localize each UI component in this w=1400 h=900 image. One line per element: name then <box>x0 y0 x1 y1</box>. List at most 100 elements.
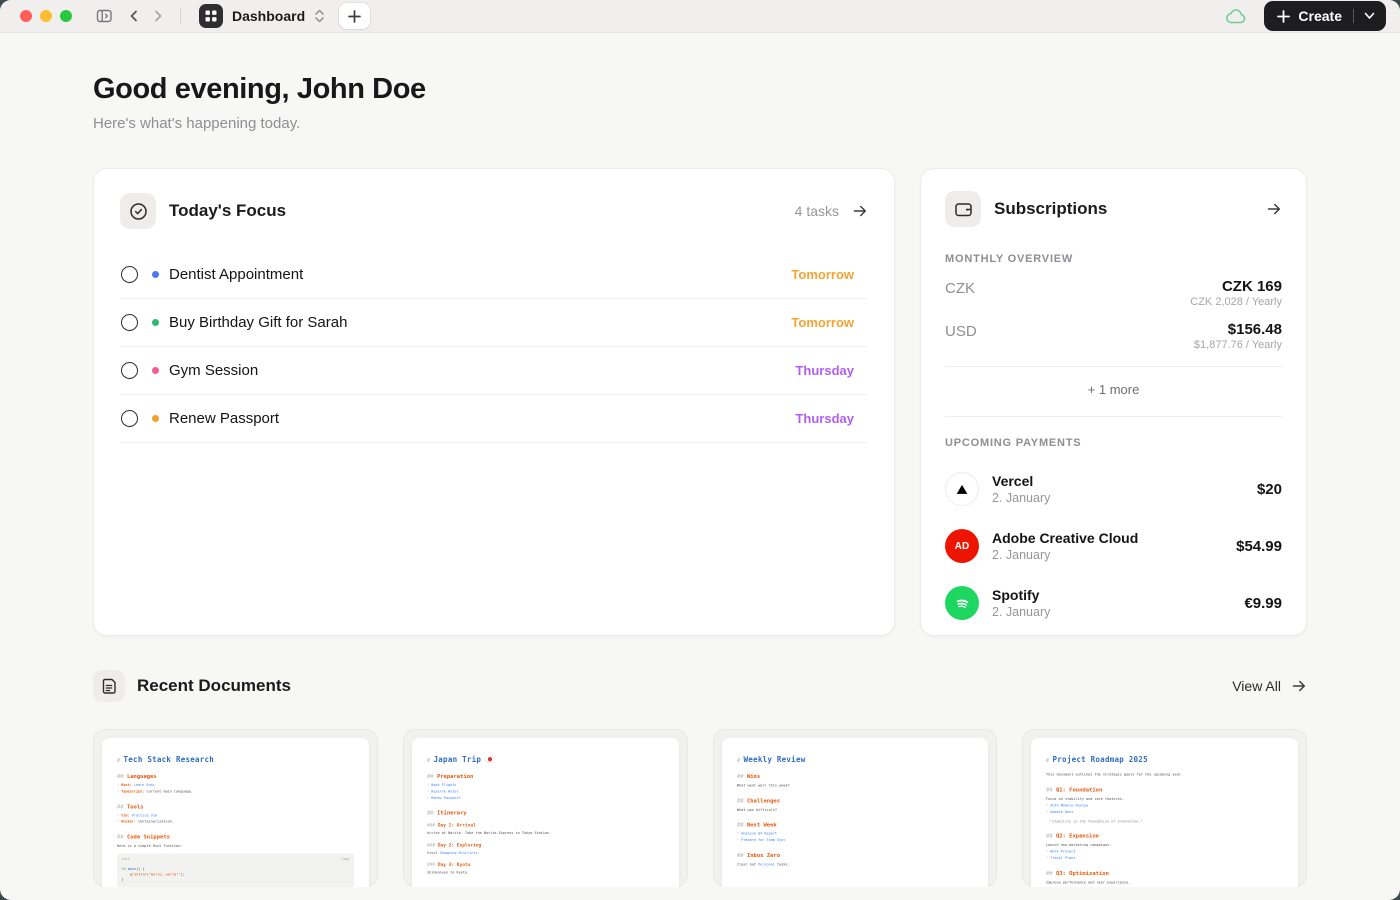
doc-block-h2: ## Languages <box>117 773 354 780</box>
todays-focus-title: Today's Focus <box>169 201 286 221</box>
task-checkbox-icon[interactable] <box>121 266 138 283</box>
code-language-label: rust <box>122 857 130 861</box>
todays-focus-card: Today's Focus 4 tasks Dentist Appointmen… <box>93 168 895 636</box>
payment-name: Vercel <box>992 473 1050 489</box>
monthly-amount: $156.48 <box>1194 321 1282 338</box>
doc-block-p: Focus on stability and core features. <box>1046 796 1283 801</box>
task-color-dot <box>152 319 159 326</box>
task-label: Renew Passport <box>169 410 279 427</box>
create-button[interactable]: Create <box>1264 1 1386 31</box>
task-row[interactable]: Renew PassportThursday <box>120 395 868 443</box>
doc-block-p: Visit Shopping Districts. <box>427 850 664 855</box>
doc-block-li: * Docker: Containerization. <box>117 820 354 825</box>
doc-block-li: * Vim: Practice Vim <box>117 813 354 818</box>
close-button[interactable] <box>20 10 32 22</box>
dashboard-doc-icon <box>199 4 223 28</box>
document-preview-page: # Japan Trip## Preparation* Book Flights… <box>412 738 679 887</box>
task-color-dot <box>152 367 159 374</box>
subscriptions-icon-box <box>945 191 981 227</box>
minimize-button[interactable] <box>40 10 52 22</box>
divider <box>945 366 1282 367</box>
document-icon <box>101 678 117 695</box>
task-due-date: Tomorrow <box>791 315 854 330</box>
japan-flag-icon <box>485 756 494 763</box>
doc-block-p: This document outlines the strategic goa… <box>1046 772 1283 777</box>
document-card[interactable]: # Tech Stack Research## Languages* Rust:… <box>93 729 378 887</box>
sidebar-toggle-icon <box>96 8 113 24</box>
doc-block-p: Arrive at Narita. Take the Narita Expres… <box>427 831 664 836</box>
task-row[interactable]: Gym SessionThursday <box>120 347 868 395</box>
titlebar: Dashboard Crea <box>0 0 1400 33</box>
doc-block-h1: # Tech Stack Research <box>117 755 354 764</box>
payment-row[interactable]: Vercel2. January$20 <box>945 472 1282 506</box>
spotify-logo <box>945 586 979 620</box>
doc-block-li: * Renew Passport <box>427 796 664 801</box>
doc-block-h2: ## Next Week <box>737 822 974 829</box>
payment-row[interactable]: ADAdobe Creative Cloud2. January$54.99 <box>945 529 1282 563</box>
doc-block-h3: ### Day 3: Kyoto <box>427 863 664 868</box>
arrow-right-icon[interactable] <box>852 203 868 219</box>
plus-icon <box>1277 10 1290 23</box>
doc-block-li: * Prepare for Team Sync <box>737 838 974 843</box>
task-label: Buy Birthday Gift for Sarah <box>169 314 347 331</box>
document-card[interactable]: # Project Roadmap 2025This document outl… <box>1022 729 1307 887</box>
currency-label: USD <box>945 321 977 340</box>
divider <box>945 416 1282 417</box>
task-checkbox-icon[interactable] <box>121 314 138 331</box>
yearly-amount: CZK 2,028 / Yearly <box>1190 296 1282 308</box>
doc-block-li: * Update Docs <box>1046 810 1283 815</box>
create-button-divider <box>1353 9 1354 23</box>
doc-block-h2: ## Challenges <box>737 797 974 804</box>
create-dropdown-button[interactable] <box>1362 12 1377 20</box>
doc-block-h3: ### Day 1: Arrival <box>427 823 664 828</box>
doc-block-li: * Book Flights <box>427 783 664 788</box>
recent-documents-icon-box <box>93 670 125 702</box>
greeting-heading: Good evening, John Doe <box>93 72 1307 106</box>
payment-amount: $20 <box>1257 481 1282 498</box>
task-checkbox-icon[interactable] <box>121 362 138 379</box>
payment-row[interactable]: Spotify2. January€9.99 <box>945 586 1282 620</box>
payment-date: 2. January <box>992 548 1138 562</box>
task-row[interactable]: Dentist AppointmentTomorrow <box>120 251 868 299</box>
circle-check-icon <box>129 202 148 221</box>
document-preview-page: # Weekly Review## WinsWhat went well thi… <box>722 738 989 887</box>
task-due-date: Thursday <box>795 363 854 378</box>
back-button[interactable] <box>122 4 146 28</box>
monthly-amount: CZK 169 <box>1190 278 1282 295</box>
overview-row: USD $156.48$1,877.76 / Yearly <box>945 321 1282 351</box>
doc-block-quote: "Stability is the foundation of innovati… <box>1050 819 1283 823</box>
vercel-logo <box>945 472 979 506</box>
new-tab-button[interactable] <box>339 3 370 29</box>
document-card[interactable]: # Weekly Review## WinsWhat went well thi… <box>713 729 998 887</box>
payment-date: 2. January <box>992 605 1050 619</box>
overview-row: CZK CZK 169CZK 2,028 / Yearly <box>945 278 1282 308</box>
copy-button: Copy <box>342 857 350 861</box>
doc-block-li: * Work Project <box>1046 850 1283 855</box>
document-card[interactable]: # Japan Trip## Preparation* Book Flights… <box>403 729 688 887</box>
subscriptions-title: Subscriptions <box>994 199 1107 219</box>
doc-block-li: * TypeScript: Current main language. <box>117 789 354 794</box>
sidebar-toggle-button[interactable] <box>92 4 116 28</box>
currency-label: CZK <box>945 278 975 297</box>
yearly-amount: $1,877.76 / Yearly <box>1194 339 1282 351</box>
view-all-label: View All <box>1232 678 1281 694</box>
tab-dashboard[interactable]: Dashboard <box>199 4 325 28</box>
arrow-right-icon[interactable] <box>1266 201 1282 217</box>
doc-block-h2: ## Q1: Foundation <box>1046 786 1283 793</box>
forward-button[interactable] <box>146 4 170 28</box>
doc-block-h3: ### Day 2: Exploring <box>427 843 664 848</box>
tab-title: Dashboard <box>232 8 305 24</box>
doc-block-h2: ## Wins <box>737 773 974 780</box>
task-due-date: Tomorrow <box>791 267 854 282</box>
more-currencies-link[interactable]: + 1 more <box>945 382 1282 397</box>
sync-status-button[interactable] <box>1226 9 1247 24</box>
monthly-overview-label: MONTHLY OVERVIEW <box>945 253 1282 265</box>
app-window: Dashboard Crea <box>0 0 1400 900</box>
plus-icon <box>348 10 361 23</box>
task-row[interactable]: Buy Birthday Gift for Sarah Tomorrow <box>120 299 868 347</box>
tab-switcher-button[interactable] <box>314 9 325 23</box>
doc-block-h2: ## Q2: Expansion <box>1046 832 1283 839</box>
view-all-button[interactable]: View All <box>1232 678 1307 694</box>
task-checkbox-icon[interactable] <box>121 410 138 427</box>
zoom-button[interactable] <box>60 10 72 22</box>
